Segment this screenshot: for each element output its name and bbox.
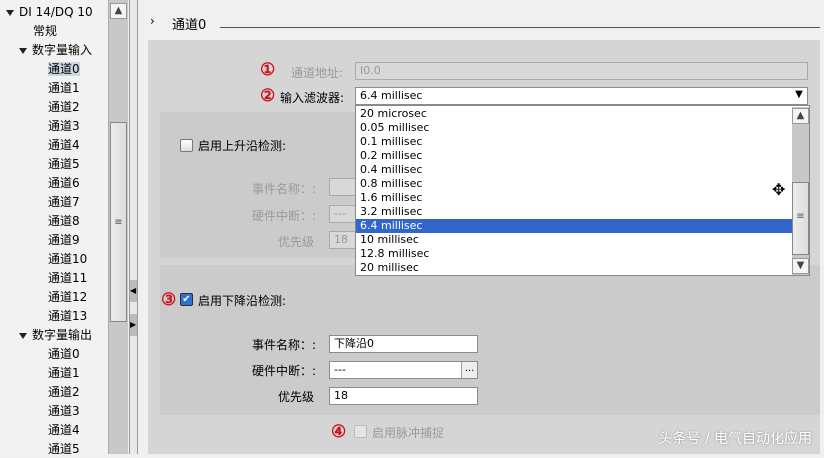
tree-item-channel[interactable]: 通道2 bbox=[48, 98, 80, 116]
panel-splitter[interactable]: ◀ ▶ bbox=[129, 0, 138, 454]
tree-scrollbar[interactable]: ▲ ≡ bbox=[108, 0, 128, 454]
scroll-thumb[interactable]: ≡ bbox=[792, 182, 809, 255]
tree-item-device[interactable]: DI 14/DQ 10 bbox=[6, 3, 93, 21]
tree-item-channel[interactable]: 通道12 bbox=[48, 288, 87, 306]
falling-edge-label: 启用下降沿检测: bbox=[198, 294, 287, 308]
marker-2: ② bbox=[260, 86, 276, 106]
rising-event-label: 事件名称：: bbox=[252, 182, 317, 196]
tree-item-channel[interactable]: 通道7 bbox=[48, 193, 80, 211]
expand-icon[interactable] bbox=[19, 332, 27, 339]
collapse-left-icon[interactable]: ◀ bbox=[130, 280, 137, 302]
tree-item-channel[interactable]: 通道11 bbox=[48, 269, 87, 287]
project-tree: DI 14/DQ 10 常规 数字量输入 通道0 通道1 通道2 通道3 通道4 通道5 通… bbox=[0, 0, 108, 456]
tree-item-channel[interactable]: 通道1 bbox=[48, 364, 80, 382]
scroll-up-button[interactable]: ▲ bbox=[110, 3, 127, 19]
address-field: I0.0 bbox=[355, 62, 808, 80]
tree-item-channel[interactable]: 通道0 bbox=[48, 60, 80, 78]
scroll-up-button[interactable]: ▲ bbox=[792, 108, 809, 124]
tree-item-channel[interactable]: 通道5 bbox=[48, 440, 80, 458]
filter-select[interactable]: 6.4 millisec ▼ bbox=[355, 87, 808, 105]
filter-option[interactable]: 1.6 millisec bbox=[356, 191, 792, 205]
expand-icon[interactable] bbox=[19, 47, 27, 54]
filter-option[interactable]: 12.8 millisec bbox=[356, 247, 792, 261]
filter-option[interactable]: 0.4 millisec bbox=[356, 163, 792, 177]
tree-item-channel[interactable]: 通道1 bbox=[48, 79, 80, 97]
tree-item-channel[interactable]: 通道8 bbox=[48, 212, 80, 230]
filter-label: 输入滤波器: bbox=[280, 91, 345, 105]
rising-hw-label: 硬件中断：: bbox=[252, 209, 317, 223]
tree-item-channel[interactable]: 通道0 bbox=[48, 345, 80, 363]
filter-option[interactable]: 6.4 millisec bbox=[356, 219, 792, 233]
marker-4: ④ bbox=[331, 422, 347, 442]
tree-item-channel[interactable]: 通道9 bbox=[48, 231, 80, 249]
marker-3: ③ bbox=[161, 290, 177, 310]
filter-dropdown-list[interactable]: 20 microsec 0.05 millisec 0.1 millisec 0.2 … bbox=[355, 105, 810, 276]
marker-1: ① bbox=[260, 60, 276, 80]
move-cursor-icon: ✥ bbox=[772, 180, 786, 199]
filter-option[interactable]: 20 microsec bbox=[356, 107, 792, 121]
pulse-catch-checkbox bbox=[354, 425, 367, 438]
tree-item-channel[interactable]: 通道13 bbox=[48, 307, 87, 325]
falling-prio-label: 优先级 bbox=[278, 390, 315, 404]
filter-option[interactable]: 10 millisec bbox=[356, 233, 792, 247]
tree-item-channel[interactable]: 通道4 bbox=[48, 421, 80, 439]
tree-item-channel[interactable]: 通道3 bbox=[48, 117, 80, 135]
section-title: 通道0 bbox=[172, 18, 207, 33]
scroll-down-button[interactable]: ▼ bbox=[792, 258, 809, 274]
tree-item-channel[interactable]: 通道10 bbox=[48, 250, 87, 268]
expand-right-icon[interactable]: ▶ bbox=[130, 314, 137, 336]
rising-edge-group: 启用上升沿检测: 事件名称：: 硬件中断：: --- 优先级 18 bbox=[160, 112, 369, 258]
address-label: 通道地址: bbox=[291, 66, 344, 80]
filter-option[interactable]: 0.05 millisec bbox=[356, 121, 792, 135]
tree-item-channel[interactable]: 通道4 bbox=[48, 136, 80, 154]
falling-event-field[interactable]: 下降沿0 bbox=[329, 335, 478, 353]
browse-button[interactable]: ... bbox=[461, 362, 477, 378]
scroll-thumb[interactable]: ≡ bbox=[110, 122, 127, 322]
title-divider bbox=[220, 27, 820, 28]
falling-hw-label: 硬件中断：: bbox=[252, 364, 317, 378]
tree-item-general[interactable]: 常规 bbox=[33, 22, 57, 40]
falling-hw-field[interactable]: ---... bbox=[329, 361, 478, 379]
filter-option[interactable]: 0.8 millisec bbox=[356, 177, 792, 191]
falling-edge-checkbox[interactable]: ✔ bbox=[180, 293, 193, 306]
rising-prio-label: 优先级 bbox=[278, 235, 315, 249]
tree-item-channel[interactable]: 通道5 bbox=[48, 155, 80, 173]
rising-edge-checkbox[interactable] bbox=[180, 139, 193, 152]
falling-prio-field[interactable]: 18 bbox=[329, 387, 478, 405]
tree-item-channel[interactable]: 通道3 bbox=[48, 402, 80, 420]
filter-option[interactable]: 0.2 millisec bbox=[356, 149, 792, 163]
chevron-down-icon[interactable]: ▼ bbox=[791, 88, 807, 104]
chevron-right-icon: › bbox=[150, 14, 155, 28]
pulse-catch-label: 启用脉冲捕捉 bbox=[372, 426, 445, 440]
rising-edge-label: 启用上升沿检测: bbox=[198, 139, 287, 153]
dropdown-scrollbar[interactable]: ▲ ≡ ▼ bbox=[792, 107, 809, 275]
tree-item-digital-inputs[interactable]: 数字量输入 bbox=[19, 41, 92, 59]
expand-icon[interactable] bbox=[6, 9, 14, 16]
filter-option[interactable]: 20 millisec bbox=[356, 261, 792, 275]
filter-option[interactable]: 3.2 millisec bbox=[356, 205, 792, 219]
tree-item-channel[interactable]: 通道6 bbox=[48, 174, 80, 192]
falling-edge-group: ③ ✔ 启用下降沿检测: 事件名称：: 下降沿0 硬件中断：: ---... 优… bbox=[160, 265, 820, 415]
tree-item-digital-outputs[interactable]: 数字量输出 bbox=[19, 326, 92, 344]
falling-event-label: 事件名称：: bbox=[252, 338, 317, 352]
tree-item-channel[interactable]: 通道2 bbox=[48, 383, 80, 401]
watermark: 头条号 / 电气自动化应用 bbox=[658, 431, 812, 447]
filter-option[interactable]: 0.1 millisec bbox=[356, 135, 792, 149]
